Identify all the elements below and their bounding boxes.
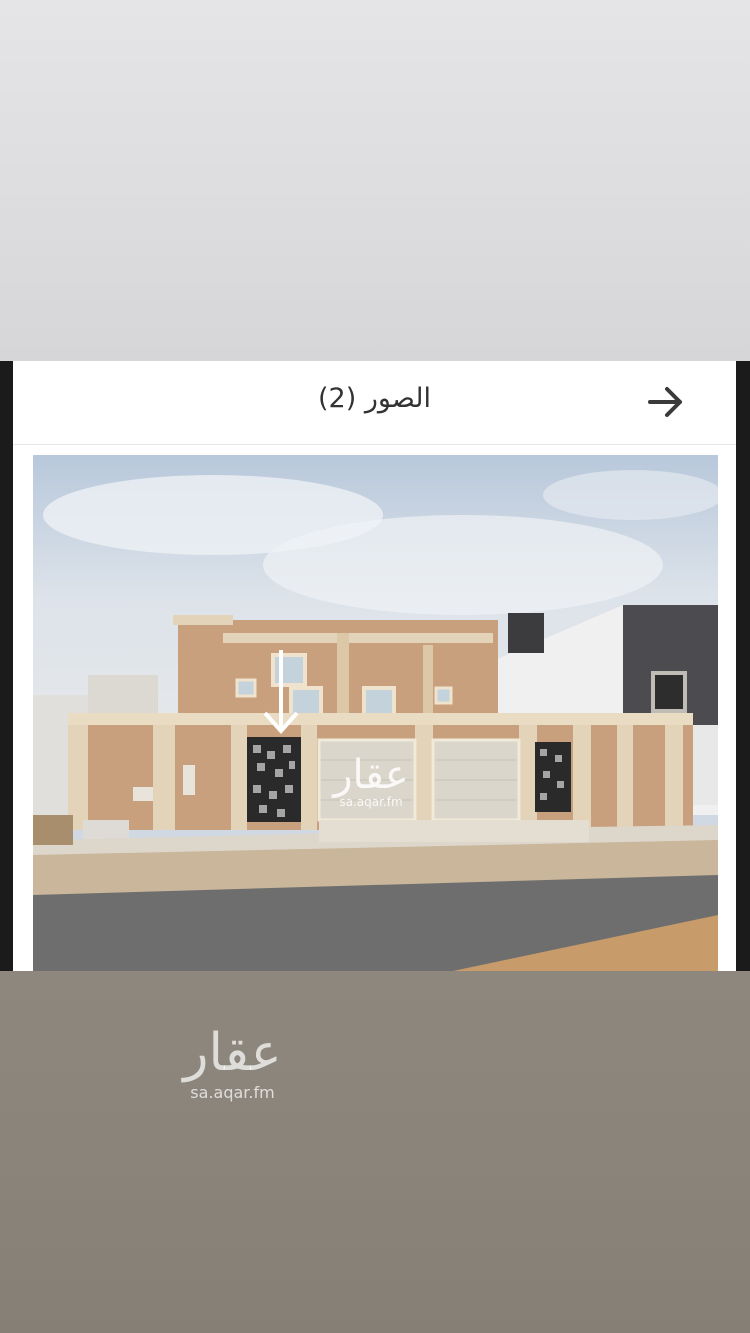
arrow-right-icon (648, 387, 682, 417)
page-title: الصور (2) (318, 383, 431, 414)
photo-watermark: عقار sa.aqar.fm (316, 755, 426, 809)
photo-viewer-header: الصور (2) (13, 361, 736, 445)
photo-viewer-screenshot: الصور (2) عقار sa.aqar.fm (0, 361, 750, 971)
background-watermark-url: sa.aqar.fm (190, 1083, 275, 1102)
villa-photo-illustration (33, 455, 718, 971)
background-watermark: عقار sa.aqar.fm (170, 1025, 295, 1102)
photo-viewer-panel: الصور (2) عقار sa.aqar.fm (13, 361, 736, 971)
back-button[interactable] (643, 379, 689, 425)
watermark-logo: عقار (333, 752, 409, 798)
property-photo[interactable]: عقار sa.aqar.fm (33, 455, 718, 971)
top-blurred-background (0, 0, 750, 361)
bottom-blurred-background (0, 971, 750, 1333)
background-watermark-logo: عقار (183, 1023, 282, 1083)
